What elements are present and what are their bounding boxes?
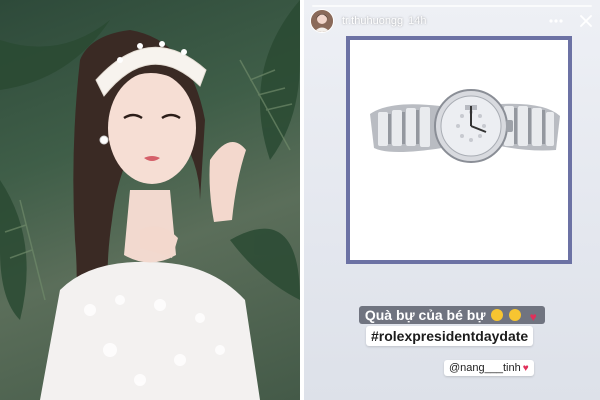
close-icon[interactable] [578,13,594,29]
caption-text: Quà bự của bé bự [364,307,486,323]
portrait-illustration [0,0,300,400]
avatar-image [311,10,333,32]
smirk-emoji-icon [491,309,504,321]
mention-text: @nang___tinh [449,362,521,374]
story-username[interactable]: tr.thuhuongg [342,15,403,27]
portrait-photo [0,0,300,400]
avatar[interactable] [310,9,334,33]
smirk-emoji-icon [509,309,522,321]
story-timestamp: 14h [408,15,427,27]
story-progress-bar [312,5,592,7]
mention-sticker[interactable]: @nang___tinh ♥ [444,360,534,376]
watch-photo-frame [346,36,572,264]
story-caption: Quà bự của bé bự ♥ [304,306,600,325]
red-heart-icon: ♥ [529,310,537,324]
instagram-story[interactable]: tr.thuhuongg 14h Quà bự của bé bự ♥ #rol… [304,0,600,400]
more-dots-icon[interactable] [548,13,564,29]
watch-image [370,89,560,163]
heart-icon: ♥ [522,363,529,374]
hashtag-sticker[interactable]: #rolexpresidentdaydate [366,326,534,346]
story-header: tr.thuhuongg 14h [310,9,594,33]
